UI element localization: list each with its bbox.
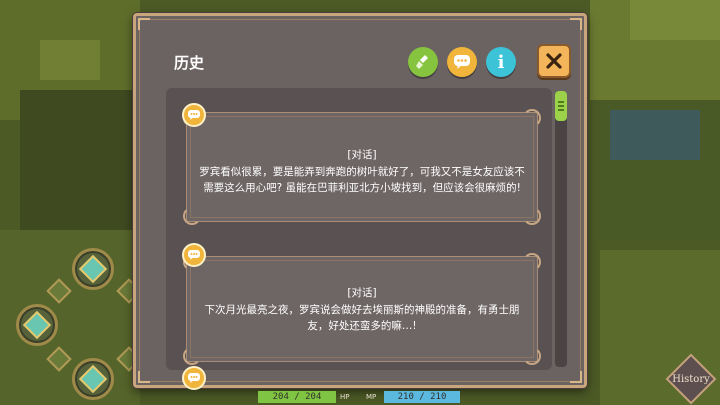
ornament (183, 347, 201, 365)
dialogue-bubble-icon (182, 103, 206, 127)
hp-label: HP (340, 393, 350, 401)
arrow-down-icon (78, 364, 108, 394)
mp-label: MP (366, 393, 377, 401)
dpad-left-button[interactable] (16, 304, 58, 346)
history-log[interactable]: [对话] 罗宾看似很累，要是能弄到奔跑的树叶就好了，可我又不是女友应该不需要这么… (166, 88, 552, 370)
grass-tile (40, 40, 100, 80)
broom-icon (416, 55, 428, 69)
ornament (523, 109, 541, 127)
history-button[interactable]: History (665, 353, 717, 405)
arrow-up-icon (78, 254, 108, 284)
shadow-tile (20, 90, 140, 240)
ornament (523, 347, 541, 365)
mp-bar: 210 / 210 (384, 391, 460, 403)
ornament (183, 207, 201, 225)
log-entry: [对话] 罗宾看似很累，要是能弄到奔跑的树叶就好了，可我又不是女友应该不需要这么… (183, 109, 541, 225)
dialogue-filter-button[interactable] (447, 47, 477, 77)
frame-corner (570, 371, 582, 383)
scrollbar[interactable] (555, 91, 567, 367)
info-button[interactable]: i (486, 47, 516, 77)
dpad-down-button[interactable] (72, 358, 114, 400)
entry-tag: [对话] (347, 287, 377, 299)
ornament (523, 253, 541, 271)
speech-bubble-icon (454, 55, 470, 69)
ornament (523, 207, 541, 225)
history-button-label: History (672, 373, 710, 385)
frame-corner (138, 18, 150, 30)
close-button[interactable] (537, 44, 571, 78)
entry-text: 下次月光最亮之夜，罗宾说会做好去埃丽斯的神殿的准备，有勇士朋友，好处还蛮多的嘛…… (204, 304, 520, 332)
hp-bar: 204 / 204 (258, 391, 336, 403)
frame-corner (138, 371, 150, 383)
arrow-left-icon (22, 310, 52, 340)
close-icon (546, 53, 562, 69)
dialogue-bubble-icon (182, 366, 206, 390)
info-icon: i (497, 51, 505, 73)
entry-text: 罗宾看似很累，要是能弄到奔跑的树叶就好了，可我又不是女友应该不需要这么用心吧? … (199, 166, 525, 194)
dialogue-bubble-icon (182, 243, 206, 267)
dpad-up-button[interactable] (72, 248, 114, 290)
log-entry: [对话] 下次月光最亮之夜，罗宾说会做好去埃丽斯的神殿的准备，有勇士朋友，好处还… (183, 253, 541, 365)
entry-tag: [对话] (347, 149, 377, 161)
water-tile (610, 110, 700, 160)
grass-tile (630, 0, 720, 40)
scrollbar-thumb[interactable] (555, 91, 567, 121)
frame-corner (570, 18, 582, 30)
history-window: 历史 i [对话] 罗宾看似很累，要是能弄到奔跑的树叶就好了，可我又不是女友应该… (133, 13, 587, 390)
clear-history-button[interactable] (408, 47, 438, 77)
window-title: 历史 (174, 54, 205, 72)
